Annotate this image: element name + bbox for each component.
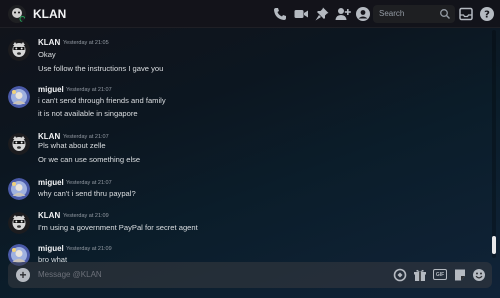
message-timestamp: Yesterday at 21:09 bbox=[63, 213, 109, 219]
channel-header: KLAN Search ? bbox=[0, 0, 500, 28]
message-timestamp: Yesterday at 21:05 bbox=[63, 40, 109, 46]
klan-avatar[interactable] bbox=[8, 133, 30, 155]
add-friend-icon[interactable] bbox=[335, 6, 351, 22]
scrollbar-thumb[interactable] bbox=[492, 236, 496, 254]
voice-call-icon[interactable] bbox=[272, 6, 288, 22]
message-author[interactable]: KLAN bbox=[38, 132, 60, 141]
boost-gift-icon[interactable] bbox=[393, 268, 407, 282]
sticker-icon[interactable] bbox=[453, 268, 467, 282]
message-author[interactable]: miguel bbox=[38, 178, 64, 187]
message-text: Or we can use something else bbox=[38, 155, 141, 164]
video-call-icon[interactable] bbox=[293, 6, 309, 22]
message-text: Pls what about zelle bbox=[38, 141, 106, 150]
message-text: Use follow the instructions I gave you bbox=[38, 64, 164, 73]
message-input[interactable]: Message @KLAN bbox=[38, 270, 102, 279]
message-timestamp: Yesterday at 21:07 bbox=[66, 87, 112, 93]
message-text: why can't i send thru paypal? bbox=[38, 189, 136, 198]
help-icon[interactable]: ? bbox=[479, 6, 495, 22]
message-text: it is not available in singapore bbox=[38, 109, 138, 118]
message-text: I'm using a government PayPal for secret… bbox=[38, 223, 198, 232]
add-attachment-icon[interactable]: + bbox=[16, 268, 30, 282]
message-author[interactable]: miguel bbox=[38, 85, 64, 94]
dm-avatar[interactable] bbox=[8, 5, 26, 23]
message-author[interactable]: KLAN bbox=[38, 38, 60, 47]
message-text: Okay bbox=[38, 50, 56, 59]
message-composer[interactable]: + Message @KLAN GIF bbox=[8, 262, 492, 288]
miguel-avatar[interactable] bbox=[8, 178, 30, 200]
message-author[interactable]: KLAN bbox=[38, 211, 60, 220]
search-input[interactable]: Search bbox=[373, 5, 455, 23]
klan-avatar[interactable] bbox=[8, 39, 30, 61]
user-profile-icon[interactable] bbox=[355, 6, 371, 22]
klan-avatar[interactable] bbox=[8, 212, 30, 234]
message-timestamp: Yesterday at 21:09 bbox=[66, 246, 112, 252]
message-timestamp: Yesterday at 21:07 bbox=[66, 180, 112, 186]
miguel-avatar[interactable] bbox=[8, 86, 30, 108]
scrollbar-track[interactable] bbox=[492, 30, 496, 258]
gif-icon[interactable]: GIF bbox=[433, 269, 447, 280]
search-placeholder: Search bbox=[379, 9, 405, 18]
message-text: i can't send through friends and family bbox=[38, 96, 166, 105]
channel-title: KLAN bbox=[33, 7, 67, 21]
emoji-icon[interactable] bbox=[472, 268, 486, 282]
message-author[interactable]: miguel bbox=[38, 244, 64, 253]
message-timestamp: Yesterday at 21:07 bbox=[63, 134, 109, 140]
svg-text:?: ? bbox=[484, 10, 490, 21]
gift-icon[interactable] bbox=[413, 268, 427, 282]
inbox-icon[interactable] bbox=[458, 6, 474, 22]
search-icon bbox=[439, 8, 451, 20]
pin-icon[interactable] bbox=[314, 6, 330, 22]
